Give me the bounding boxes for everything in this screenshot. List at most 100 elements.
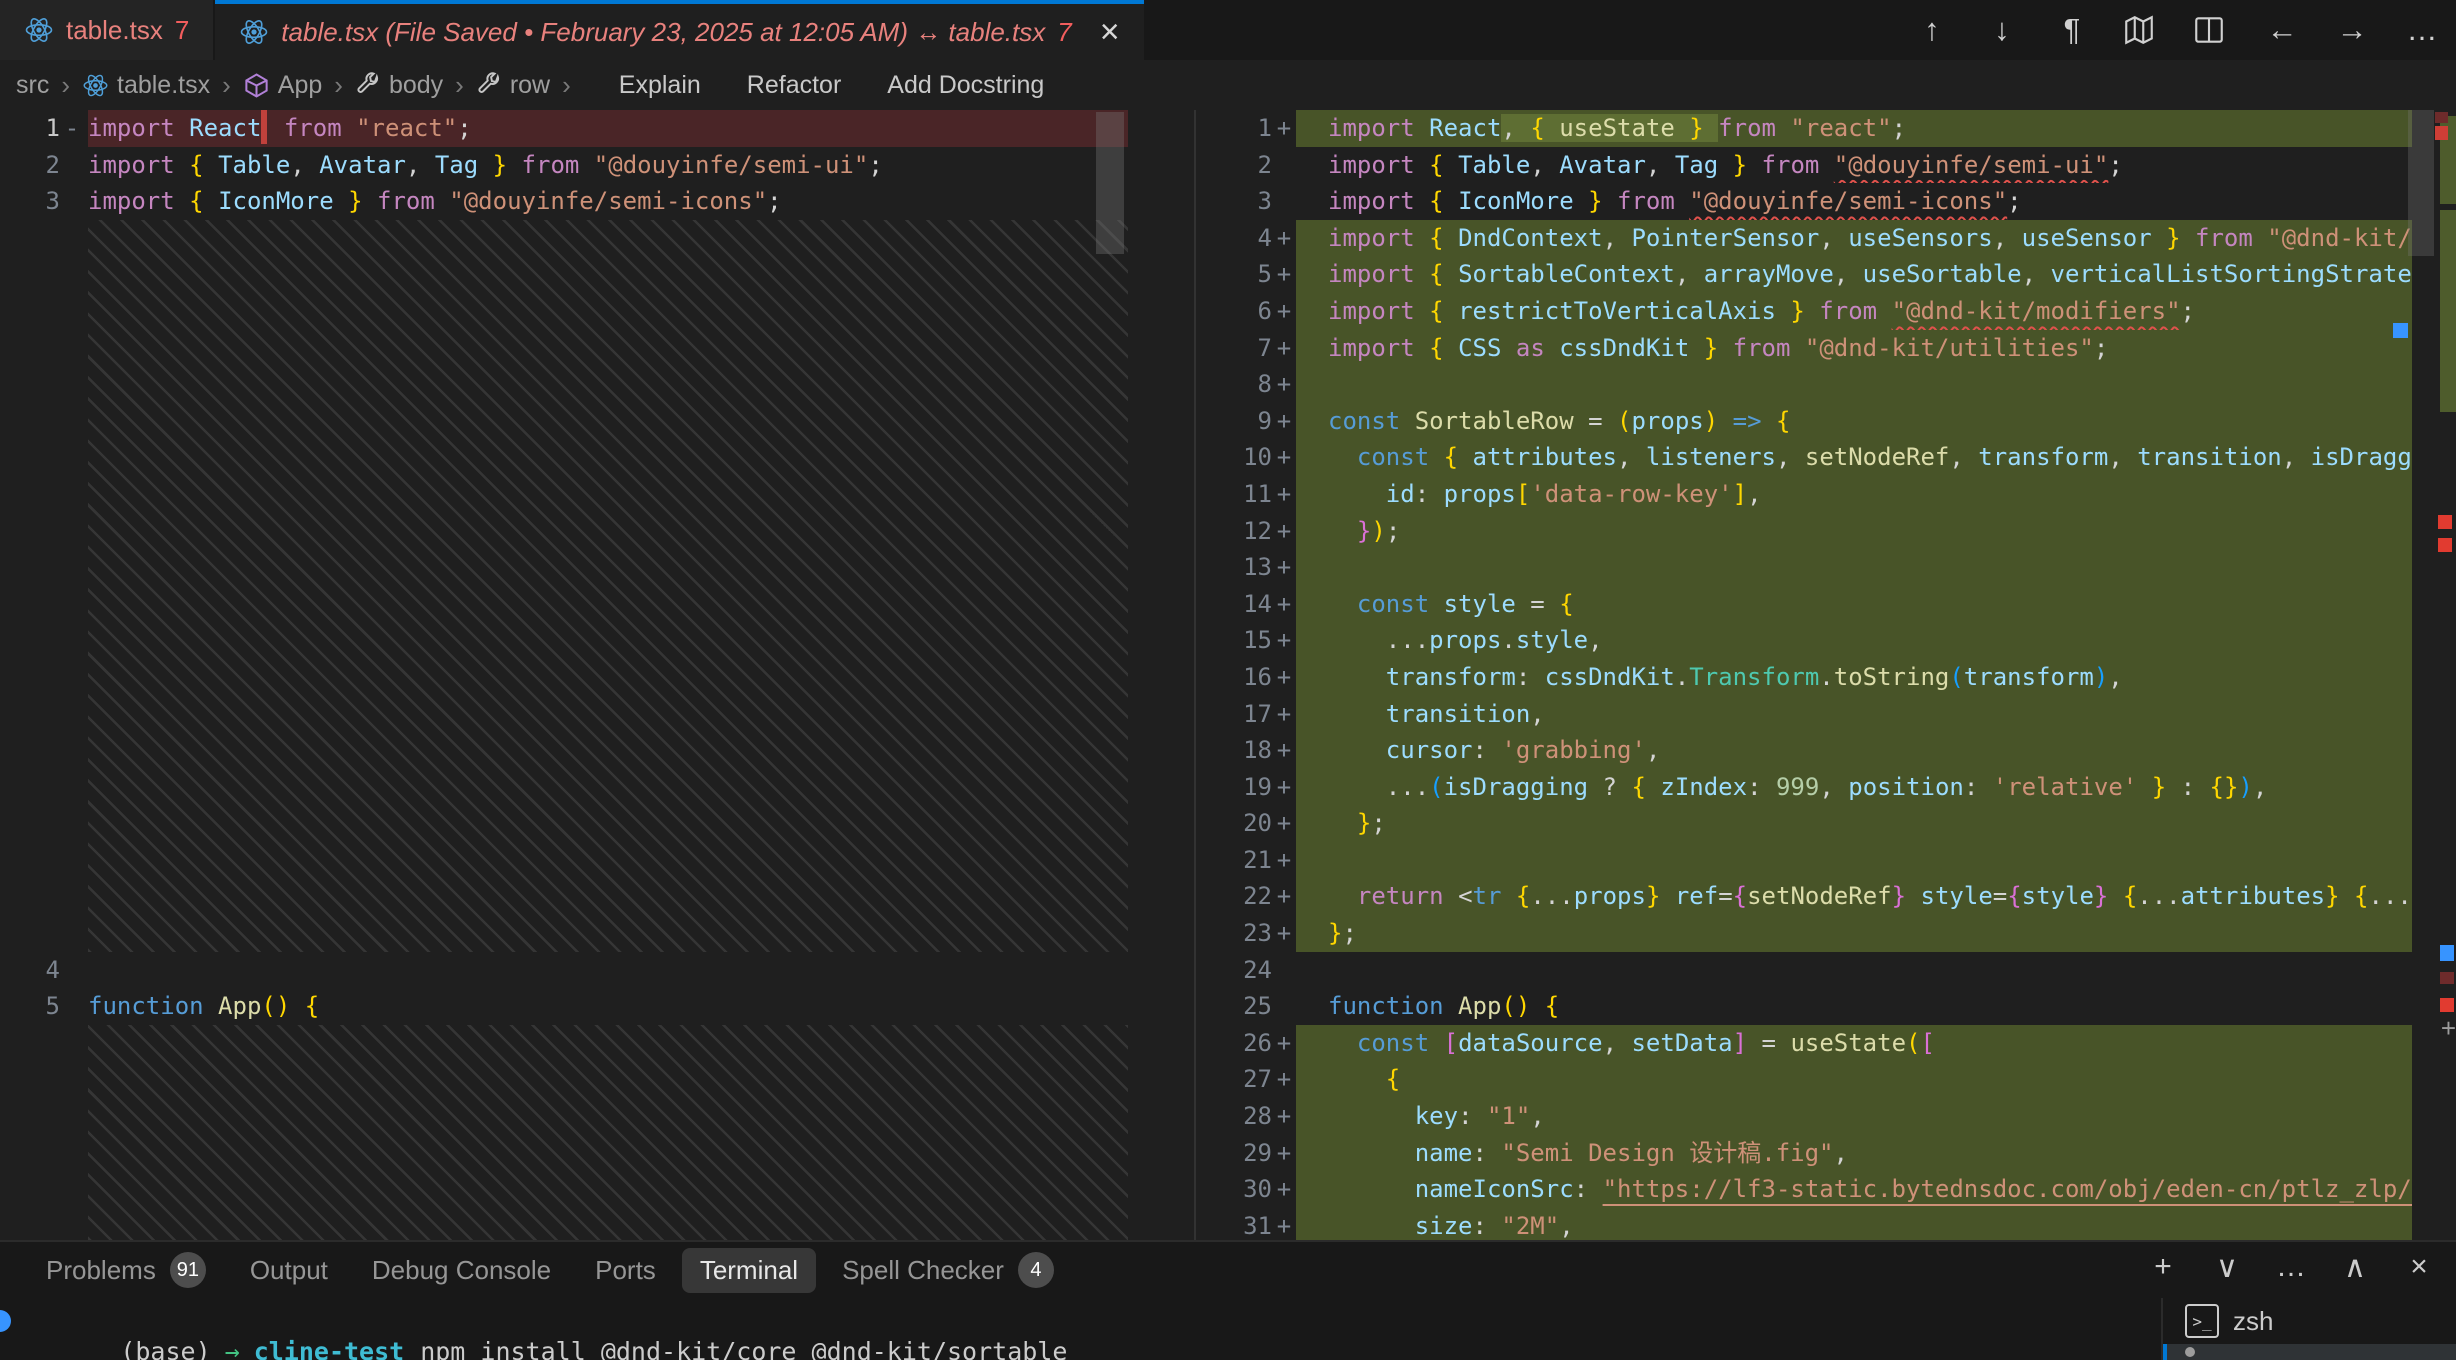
line-number[interactable]: 21	[1196, 842, 1272, 879]
code-line[interactable]: 3import { IconMore } from "@douyinfe/sem…	[0, 183, 1128, 220]
line-number[interactable]: 13	[1196, 549, 1272, 586]
code-line[interactable]: 15+ ...props.style,	[1196, 622, 2456, 659]
code-action-add-docstring[interactable]: Add Docstring	[887, 71, 1044, 100]
whitespace-pilcrow-icon[interactable]: ¶	[2052, 12, 2092, 48]
panel-tab-output[interactable]: Output	[232, 1248, 346, 1293]
code-action-explain[interactable]: Explain	[619, 71, 701, 100]
code-line[interactable]: 4+import { DndContext, PointerSensor, us…	[1196, 220, 2456, 257]
code-line[interactable]: 26+ const [dataSource, setData] = useSta…	[1196, 1025, 2456, 1062]
code-line[interactable]: 5+import { SortableContext, arrayMove, u…	[1196, 256, 2456, 293]
code-line[interactable]: 14+ const style = {	[1196, 586, 2456, 623]
line-number[interactable]: 4	[1196, 220, 1272, 257]
code-line[interactable]: 5function App() {	[0, 988, 1128, 1025]
breadcrumb-item-app[interactable]: App	[243, 71, 322, 100]
code-line[interactable]: 1-import React from "react";	[0, 110, 1128, 147]
code-line[interactable]: 24	[1196, 952, 2456, 989]
panel-tab-ports[interactable]: Ports	[577, 1248, 674, 1293]
line-number[interactable]: 27	[1196, 1061, 1272, 1098]
breadcrumb-item-table-tsx[interactable]: table.tsx	[82, 71, 210, 100]
code-line[interactable]: 10+ const { attributes, listeners, setNo…	[1196, 439, 2456, 476]
code-line[interactable]: 27+ {	[1196, 1061, 2456, 1098]
line-number[interactable]: 8	[1196, 366, 1272, 403]
line-number[interactable]: 7	[1196, 330, 1272, 367]
more-actions-icon[interactable]: …	[2402, 12, 2442, 48]
code-line[interactable]: 21+	[1196, 842, 2456, 879]
next-change-icon[interactable]: ↓	[1982, 12, 2022, 48]
line-number[interactable]: 28	[1196, 1098, 1272, 1135]
code-line[interactable]: 6+import { restrictToVerticalAxis } from…	[1196, 293, 2456, 330]
scrollbar-thumb[interactable]	[1096, 112, 1124, 254]
line-number[interactable]: 3	[0, 183, 60, 220]
panel-tab-terminal[interactable]: Terminal	[682, 1248, 816, 1293]
line-number[interactable]: 24	[1196, 952, 1272, 989]
split-editor-icon[interactable]	[2192, 13, 2232, 47]
code-line[interactable]: 16+ transform: cssDndKit.Transform.toStr…	[1196, 659, 2456, 696]
code-line[interactable]: 18+ cursor: 'grabbing',	[1196, 732, 2456, 769]
panel-tab-spell-checker[interactable]: Spell Checker4	[824, 1245, 1072, 1295]
code-line[interactable]: 22+ return <tr {...props} ref={setNodeRe…	[1196, 878, 2456, 915]
line-number[interactable]: 5	[0, 988, 60, 1025]
code-line[interactable]: 2import { Table, Avatar, Tag } from "@do…	[0, 147, 1128, 184]
line-number[interactable]: 18	[1196, 732, 1272, 769]
code-line[interactable]: 19+ ...(isDragging ? { zIndex: 999, posi…	[1196, 769, 2456, 806]
line-number[interactable]: 22	[1196, 878, 1272, 915]
breadcrumb-item-src[interactable]: src	[16, 71, 49, 100]
code-line[interactable]: 30+ nameIconSrc: "https://lf3-static.byt…	[1196, 1171, 2456, 1208]
line-number[interactable]: 14	[1196, 586, 1272, 623]
line-number[interactable]: 30	[1196, 1171, 1272, 1208]
panel-tab-problems[interactable]: Problems91	[28, 1245, 224, 1295]
line-number[interactable]: 6	[1196, 293, 1272, 330]
navigate-back-icon[interactable]: ←	[2262, 12, 2302, 48]
code-line[interactable]: 8+	[1196, 366, 2456, 403]
code-line[interactable]: 11+ id: props['data-row-key'],	[1196, 476, 2456, 513]
code-line[interactable]: 20+ };	[1196, 805, 2456, 842]
code-line[interactable]: 23+};	[1196, 915, 2456, 952]
close-icon[interactable]: ×	[1100, 15, 1120, 49]
maximize-panel-icon[interactable]: ∧	[2338, 1250, 2372, 1285]
code-line[interactable]: 25function App() {	[1196, 988, 2456, 1025]
scrollbar-thumb[interactable]	[2408, 110, 2434, 256]
line-number[interactable]: 25	[1196, 988, 1272, 1025]
line-number[interactable]: 23	[1196, 915, 1272, 952]
line-number[interactable]: 1	[1196, 110, 1272, 147]
terminal-output[interactable]: (base)→cline-testnpm install @dnd-kit/co…	[0, 1298, 2161, 1360]
line-number[interactable]: 11	[1196, 476, 1272, 513]
code-line[interactable]: 2import { Table, Avatar, Tag } from "@do…	[1196, 147, 2456, 184]
panel-tab-debug-console[interactable]: Debug Console	[354, 1248, 569, 1293]
line-number[interactable]: 9	[1196, 403, 1272, 440]
tab-table-tsx[interactable]: table.tsx 7	[0, 0, 215, 60]
code-line[interactable]: 31+ size: "2M",	[1196, 1208, 2456, 1240]
code-line[interactable]: 7+import { CSS as cssDndKit } from "@dnd…	[1196, 330, 2456, 367]
code-action-refactor[interactable]: Refactor	[747, 71, 841, 100]
line-number[interactable]: 16	[1196, 659, 1272, 696]
map-icon[interactable]	[2122, 13, 2162, 47]
new-terminal-icon[interactable]: +	[2146, 1250, 2180, 1285]
code-line[interactable]: 1+import React, { useState } from "react…	[1196, 110, 2456, 147]
tab-diff-table-tsx[interactable]: table.tsx (File Saved • February 23, 202…	[215, 0, 1143, 60]
line-number[interactable]: 15	[1196, 622, 1272, 659]
line-number[interactable]: 10	[1196, 439, 1272, 476]
code-line[interactable]: 4	[0, 952, 1128, 989]
launch-profile-chevron-icon[interactable]: ∨	[2210, 1250, 2244, 1285]
line-number[interactable]: 4	[0, 952, 60, 989]
line-number[interactable]: 12	[1196, 513, 1272, 550]
line-number[interactable]: 31	[1196, 1208, 1272, 1240]
line-number[interactable]: 5	[1196, 256, 1272, 293]
line-number[interactable]: 20	[1196, 805, 1272, 842]
navigate-forward-icon[interactable]: →	[2332, 12, 2372, 48]
code-line[interactable]: 13+	[1196, 549, 2456, 586]
breadcrumb-item-row[interactable]: row	[476, 71, 550, 100]
line-number[interactable]: 3	[1196, 183, 1272, 220]
code-line[interactable]: 17+ transition,	[1196, 696, 2456, 733]
code-line[interactable]: 12+ });	[1196, 513, 2456, 550]
line-number[interactable]: 1	[0, 110, 60, 147]
code-line[interactable]: 28+ key: "1",	[1196, 1098, 2456, 1135]
line-number[interactable]: 2	[0, 147, 60, 184]
terminal-list-item-selected[interactable]	[2163, 1344, 2456, 1360]
line-number[interactable]: 17	[1196, 696, 1272, 733]
code-line[interactable]: 29+ name: "Semi Design 设计稿.fig",	[1196, 1135, 2456, 1172]
line-number[interactable]: 29	[1196, 1135, 1272, 1172]
previous-change-icon[interactable]: ↑	[1912, 12, 1952, 48]
terminal-list-item-zsh[interactable]: >_ zsh	[2163, 1298, 2456, 1344]
line-number[interactable]: 2	[1196, 147, 1272, 184]
